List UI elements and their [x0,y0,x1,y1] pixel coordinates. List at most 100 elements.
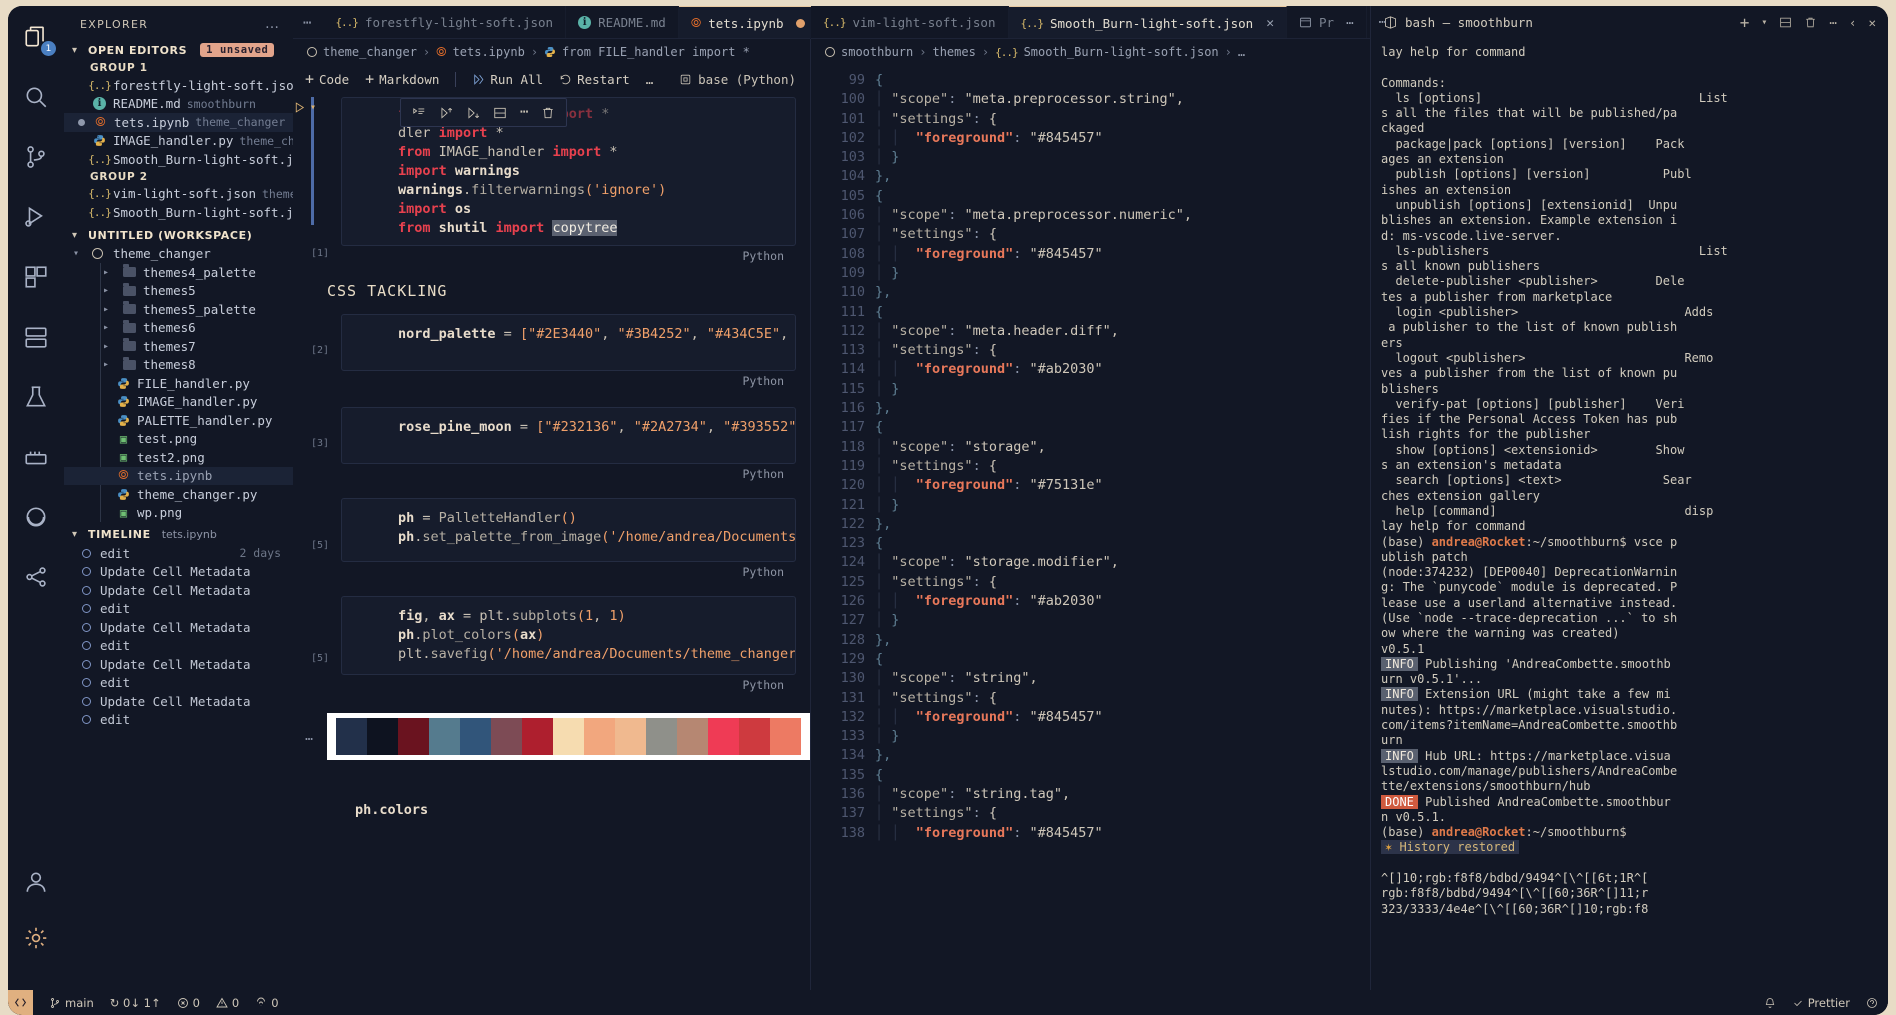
split-cell-icon[interactable] [493,106,507,120]
activity-extensions[interactable] [19,260,53,294]
ports-indicator[interactable]: 0 [255,996,279,1010]
run-above-icon[interactable] [412,106,426,120]
tab-forestfly-json[interactable]: {..} forestfly-light-soft.json [323,6,567,39]
json-code-content[interactable]: {│ "scope": "meta.preprocessor.string", │… [875,65,1370,1015]
open-editor-item[interactable]: {..} Smooth_Burn-light-soft.json s… [64,150,293,169]
timeline-item[interactable]: edit [64,637,293,656]
code-cell-4[interactable]: ph = PalletteHandler() ph.set_palette_fr… [341,498,796,562]
section-workspace[interactable]: ▾ UNTITLED (WORKSPACE) [64,226,293,245]
json-code-area[interactable]: 99 100 101 102 103 104 105 106 107 108 109 110 111 11… [811,65,1370,1015]
section-open-editors[interactable]: ▾ OPEN EDITORS 1 unsaved [64,40,293,60]
close-icon[interactable]: ✕ [1868,15,1876,30]
activity-run-debug[interactable] [19,200,53,234]
timeline-item[interactable]: Update Cell Metadata [64,563,293,582]
add-markdown-cell-button[interactable]: + Markdown [365,70,439,88]
tab-readme-md[interactable]: i README.md [566,6,679,39]
add-terminal-icon[interactable]: + [1740,13,1750,32]
feedback-icon[interactable] [1866,997,1878,1009]
tab-tets-ipynb[interactable]: ⦾ tets.ipynb [678,6,818,39]
sync-indicator[interactable]: ↻ 0↓ 1↑ [110,996,161,1010]
folder-item[interactable]: ▸ themes5 [64,282,293,301]
open-editor-item[interactable]: {..} vim-light-soft.json theme_chan… [64,185,293,204]
more-icon[interactable]: ⋯ [1346,15,1354,30]
folder-item[interactable]: ▸ themes5_palette [64,300,293,319]
activity-docker[interactable] [19,440,53,474]
chevron-down-icon[interactable]: ▾ [1761,17,1767,28]
activity-accounts[interactable] [19,865,53,899]
add-code-cell-button[interactable]: + Code [305,70,349,88]
code-cell-1[interactable]: ⋯ from FILE_handler import * dler import… [341,97,796,246]
remote-indicator[interactable] [8,990,33,1015]
sidebar-more-icon[interactable]: … [265,16,281,32]
timeline-item[interactable]: Update Cell Metadata [64,618,293,637]
delete-cell-icon[interactable] [541,106,555,120]
folder-item[interactable]: ▸ themes7 [64,337,293,356]
run-by-line-icon[interactable] [439,106,453,120]
open-editor-item[interactable]: IMAGE_handler.py theme_changer [64,132,293,151]
timeline-item[interactable]: Update Cell Metadata [64,655,293,674]
file-item[interactable]: theme_changer.py [64,485,293,504]
bell-icon[interactable] [1764,997,1776,1009]
more-icon[interactable]: ⋯ [1829,15,1837,30]
activity-source-control[interactable] [19,140,53,174]
breadcrumb-0[interactable]: theme_changer [323,45,417,59]
restart-button[interactable]: Restart [559,72,630,87]
tab-vim-light-soft[interactable]: {..} vim-light-soft.json [811,6,1009,39]
branch-indicator[interactable]: main [49,996,94,1010]
folder-item[interactable]: ▸ themes6 [64,319,293,338]
code-cell-3[interactable]: rose_pine_moon = ["#232136", "#2A2734", … [341,407,796,464]
close-icon[interactable]: ✕ [1266,16,1274,31]
notebook-more-icon[interactable]: … [646,72,654,87]
more-icon[interactable]: ⋯ [520,103,528,122]
timeline-item[interactable]: edit [64,711,293,730]
chevron-left-icon[interactable]: ‹ [1849,15,1857,30]
run-below-icon[interactable] [466,106,480,120]
breadcrumb-2[interactable]: from FILE_handler import * [562,45,750,59]
open-editor-item[interactable]: {..} forestfly-light-soft.json the… [64,76,293,95]
timeline-item[interactable]: Update Cell Metadata [64,581,293,600]
folder-item[interactable]: ▸ themes8 [64,356,293,375]
tabbar-more-icon[interactable]: ⋯ [293,6,323,39]
kernel-picker[interactable]: base (Python) [679,72,810,87]
tab-smooth-burn-light-soft[interactable]: {..} Smooth_Burn-light-soft.json ✕ [1008,6,1288,39]
kill-terminal-icon[interactable] [1804,16,1817,29]
tab-preview[interactable]: Pr ⋯ [1287,6,1367,39]
open-editor-item-active[interactable]: ⦾ tets.ipynb theme_changer [64,113,293,132]
open-editor-item[interactable]: {..} Smooth_Burn-light-soft.json s… [64,203,293,222]
activity-share[interactable] [19,560,53,594]
prettier-indicator[interactable]: Prettier [1792,996,1850,1010]
timeline-item[interactable]: edit 2 days [64,544,293,563]
more-icon[interactable]: ⋯ [1379,15,1387,30]
timeline-item[interactable]: edit [64,600,293,619]
file-item[interactable]: FILE_handler.py [64,374,293,393]
timeline-item[interactable]: edit [64,674,293,693]
terminal-title[interactable]: bash – smoothburn [1383,15,1533,30]
code-cell-2[interactable]: nord_palette = ["#2E3440", "#3B4252", "#… [341,314,796,371]
breadcrumb-1[interactable]: tets.ipynb [453,45,525,59]
breadcrumb-2[interactable]: Smooth_Burn-light-soft.json [1024,45,1219,59]
file-item[interactable]: ▣ test2.png [64,448,293,467]
split-terminal-icon[interactable] [1779,16,1792,29]
open-editor-item[interactable]: i README.md smoothburn [64,95,293,114]
warnings-indicator[interactable]: 0 [216,996,239,1010]
activity-testing[interactable] [19,380,53,414]
run-cell-button[interactable]: ▾ [293,101,316,114]
code-cell-5[interactable]: fig, ax = plt.subplots(1, 1) ph.plot_col… [341,596,796,675]
activity-search[interactable] [19,80,53,114]
file-item[interactable]: ▣ wp.png [64,504,293,523]
run-all-button[interactable]: Run All [472,72,543,87]
workspace-root[interactable]: ▾ theme_changer [64,245,293,264]
timeline-item[interactable]: Update Cell Metadata [64,692,293,711]
file-item[interactable]: ▣ test.png [64,430,293,449]
terminal-output[interactable]: lay help for command Commands: ls [optio… [1371,39,1888,1015]
activity-remote-explorer[interactable] [19,320,53,354]
activity-settings-gear[interactable] [19,921,53,955]
file-item[interactable]: IMAGE_handler.py [64,393,293,412]
markdown-cell[interactable]: CSS TACKLING [327,282,810,300]
output-more-icon[interactable]: … [293,729,327,744]
file-item-active[interactable]: ⦾ tets.ipynb [64,466,293,485]
section-timeline[interactable]: ▾ TIMELINE tets.ipynb [64,525,293,544]
activity-explorer[interactable]: 1 [19,20,56,56]
file-item[interactable]: PALETTE_handler.py [64,411,293,430]
breadcrumb-1[interactable]: themes [932,45,975,59]
